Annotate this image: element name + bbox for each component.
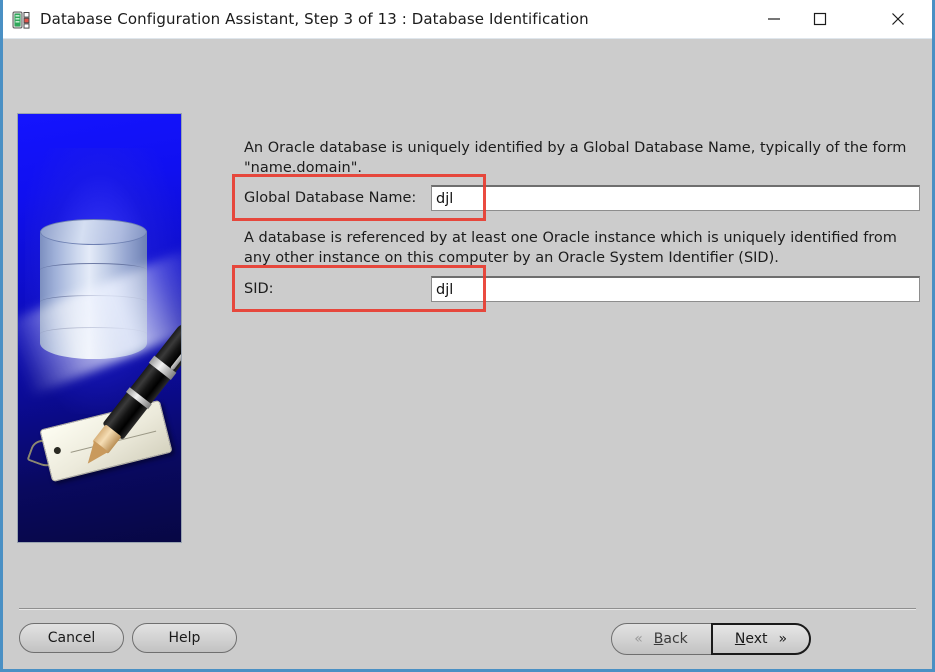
application-window: Database Configuration Assistant, Step 3… [0,0,935,672]
database-server-icon [12,10,32,30]
navigation-button-group: « Back Next » [611,623,811,655]
sid-description: A database is referenced by at least one… [244,230,897,266]
sid-input[interactable] [431,276,920,302]
global-database-name-label: Global Database Name: [244,190,417,206]
footer-button-bar: Cancel Help « Back Next » [3,617,932,669]
minimize-button[interactable] [751,0,797,38]
title-bar: Database Configuration Assistant, Step 3… [3,0,932,39]
back-button[interactable]: « Back [611,623,711,655]
help-button[interactable]: Help [132,623,237,653]
chevron-right-icon: » [778,631,788,647]
global-db-name-description: An Oracle database is uniquely identifie… [244,140,907,176]
global-database-name-row: Global Database Name: [244,185,920,211]
next-button[interactable]: Next » [711,623,811,655]
footer-separator [19,608,916,610]
back-button-label: Back [653,631,688,647]
minimize-icon [751,12,797,26]
chevron-left-icon: « [634,631,643,647]
next-button-label: Next [734,631,768,647]
maximize-icon [797,12,843,26]
sidebar-illustration [17,113,182,543]
cancel-button[interactable]: Cancel [19,623,124,653]
sid-row: SID: [244,276,920,302]
close-icon [875,12,921,26]
close-button[interactable] [875,0,921,38]
sid-label: SID: [244,281,274,297]
window-title: Database Configuration Assistant, Step 3… [40,10,589,28]
dialog-content: An Oracle database is uniquely identifie… [3,39,932,669]
maximize-button[interactable] [797,0,843,38]
global-database-name-input[interactable] [431,185,920,211]
